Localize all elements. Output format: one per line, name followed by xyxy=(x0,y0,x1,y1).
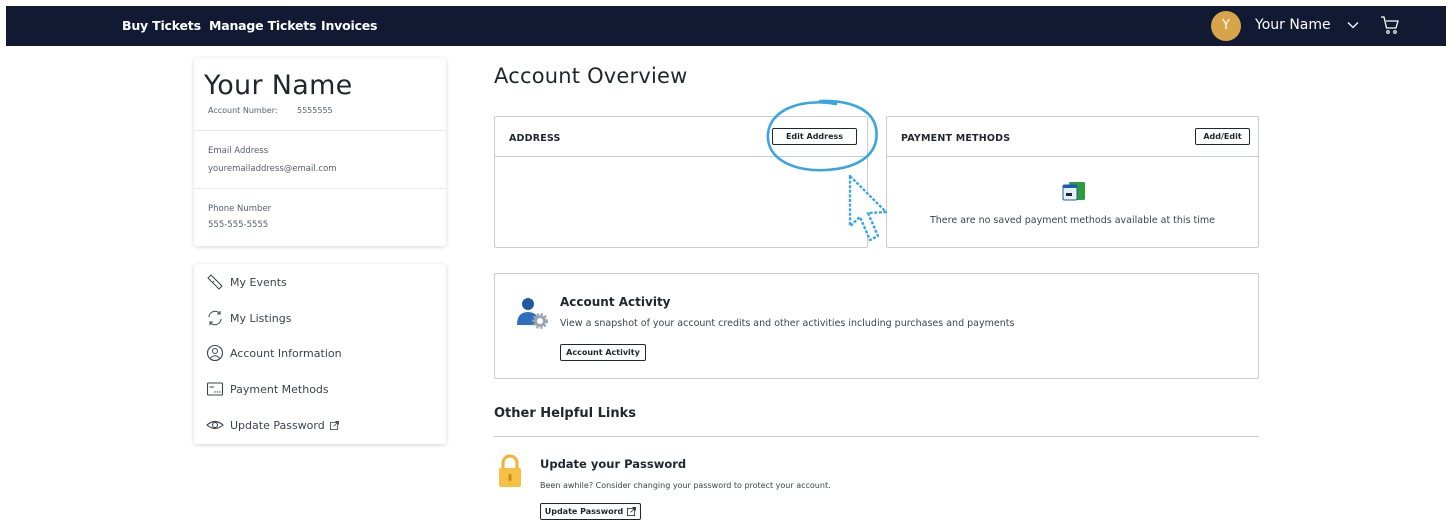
nav-manage-tickets[interactable]: Manage Tickets xyxy=(209,18,316,33)
cart-icon[interactable] xyxy=(1380,15,1400,35)
profile-name: Your Name xyxy=(204,70,353,101)
update-password-button-label: Update Password xyxy=(544,507,624,516)
account-side-menu: My Events My Listings Account Informatio… xyxy=(194,264,446,444)
menu-item-label: Payment Methods xyxy=(230,382,329,396)
user-settings-icon xyxy=(517,298,548,329)
avatar[interactable]: Y xyxy=(1211,11,1241,41)
address-title: ADDRESS xyxy=(509,133,561,144)
nav-buy-tickets[interactable]: Buy Tickets xyxy=(122,18,201,33)
menu-item-my-listings[interactable]: My Listings xyxy=(206,307,291,329)
top-nav-bar: Buy Tickets Manage Tickets Invoices Y Yo… xyxy=(6,6,1446,46)
account-number-label: Account Number: xyxy=(208,106,278,115)
user-circle-icon xyxy=(206,344,224,362)
phone-value: 555-555-5555 xyxy=(208,220,269,230)
payment-panel-header: PAYMENT METHODS Add/Edit xyxy=(887,117,1258,157)
no-payment-methods-message: There are no saved payment methods avail… xyxy=(929,215,1216,226)
menu-item-label: My Listings xyxy=(230,311,292,325)
divider xyxy=(194,130,446,131)
ticket-icon xyxy=(207,274,223,290)
account-activity-title: Account Activity xyxy=(560,295,671,309)
profile-card: Your Name Account Number: 5555555 Email … xyxy=(194,58,446,246)
nav-invoices[interactable]: Invoices xyxy=(321,18,378,33)
external-link-icon xyxy=(329,420,339,430)
payment-card-icon xyxy=(1062,182,1085,201)
phone-label: Phone Number xyxy=(208,204,272,214)
update-password-title: Update your Password xyxy=(540,457,687,471)
account-activity-description: View a snapshot of your account credits … xyxy=(560,318,1015,329)
account-activity-panel: Account Activity View a snapshot of your… xyxy=(494,273,1259,379)
menu-item-label: Account Information xyxy=(230,346,342,360)
external-link-icon xyxy=(627,507,637,516)
menu-item-account-information[interactable]: Account Information xyxy=(206,342,342,364)
menu-item-my-events[interactable]: My Events xyxy=(206,271,287,293)
update-password-button[interactable]: Update Password xyxy=(540,503,641,520)
menu-item-update-password[interactable]: Update Password xyxy=(206,414,339,436)
menu-item-label: Update Password xyxy=(230,418,325,432)
menu-item-payment-methods[interactable]: Payment Methods xyxy=(206,378,329,400)
payment-methods-title: PAYMENT METHODS xyxy=(901,133,1011,144)
chevron-down-icon[interactable] xyxy=(1346,18,1360,32)
email-value: youremailaddress@email.com xyxy=(208,164,337,174)
account-activity-button[interactable]: Account Activity xyxy=(560,344,646,361)
helpful-links-heading: Other Helpful Links xyxy=(494,406,637,421)
menu-item-label: My Events xyxy=(230,275,287,289)
eye-icon xyxy=(206,420,224,430)
lock-icon xyxy=(499,454,521,487)
add-edit-payment-button[interactable]: Add/Edit xyxy=(1195,128,1250,145)
email-label: Email Address xyxy=(208,146,269,156)
account-number-value: 5555555 xyxy=(297,106,333,115)
card-icon xyxy=(206,382,224,396)
payment-methods-panel: PAYMENT METHODS Add/Edit There are no sa… xyxy=(886,116,1259,248)
user-menu-name[interactable]: Your Name xyxy=(1255,17,1331,33)
address-panel-header: ADDRESS Edit Address xyxy=(495,117,867,157)
edit-address-button[interactable]: Edit Address xyxy=(772,128,857,145)
divider xyxy=(194,188,446,189)
update-password-description: Been awhile? Consider changing your pass… xyxy=(540,481,831,490)
address-panel: ADDRESS Edit Address xyxy=(494,116,868,248)
divider xyxy=(494,436,1259,437)
page-title: Account Overview xyxy=(494,64,688,88)
refresh-icon xyxy=(208,310,222,326)
